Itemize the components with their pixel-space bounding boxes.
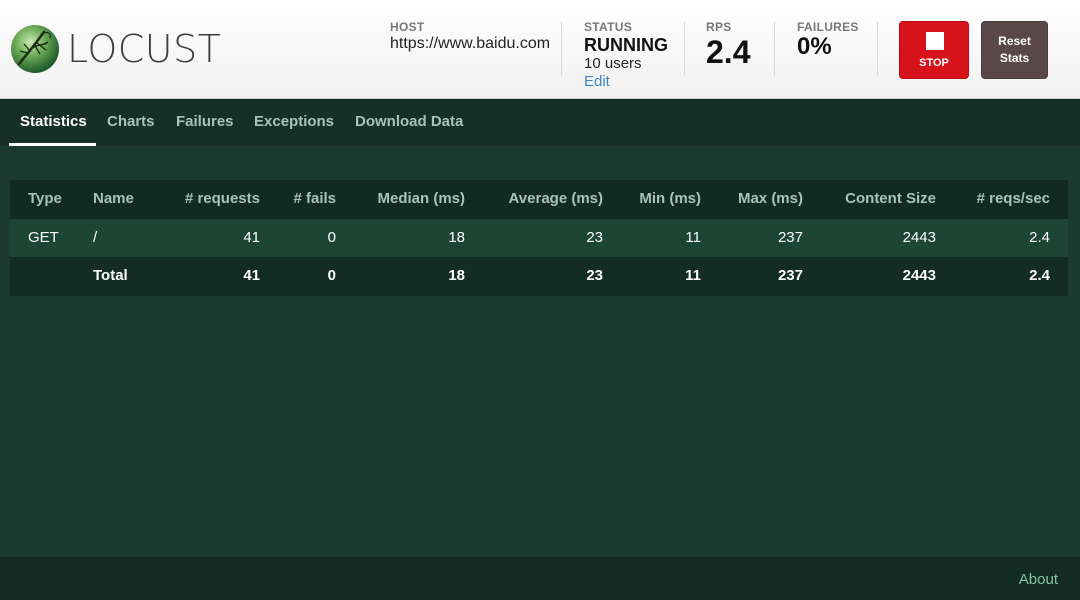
column-header-fails[interactable]: # fails <box>293 191 336 207</box>
cell-fails: 0 <box>327 229 336 246</box>
column-header-requests[interactable]: # requests <box>185 191 260 207</box>
total-content-size: 2443 <box>902 267 936 284</box>
divider <box>774 22 775 76</box>
total-min: 11 <box>685 267 701 284</box>
logo-text: LOCUST <box>67 27 222 71</box>
column-header-max[interactable]: Max (ms) <box>738 191 803 207</box>
cell-type: GET <box>28 229 59 246</box>
locust-logo-icon <box>11 25 59 73</box>
tab-statistics[interactable]: Statistics <box>20 113 87 130</box>
total-fails: 0 <box>327 267 336 284</box>
cell-reqs-per-sec: 2.4 <box>1029 229 1050 246</box>
cell-median: 18 <box>448 229 465 246</box>
cell-average: 23 <box>586 229 603 246</box>
table-total-row: Total 41 0 18 23 11 237 2443 2.4 <box>10 257 1068 295</box>
total-median: 18 <box>448 267 465 284</box>
tab-exceptions[interactable]: Exceptions <box>254 113 334 130</box>
statistics-table: Type Name # requests # fails Median (ms)… <box>10 180 1068 296</box>
total-reqs-per-sec: 2.4 <box>1029 267 1050 284</box>
total-max: 237 <box>777 267 803 284</box>
cell-name: / <box>93 229 98 246</box>
user-count: 10 users <box>584 55 642 72</box>
divider <box>684 22 685 76</box>
host-label: HOST <box>390 20 425 34</box>
edit-link[interactable]: Edit <box>584 73 668 91</box>
rps-info: RPS 2.4 <box>706 20 751 70</box>
footer: About <box>0 557 1080 600</box>
failures-value: 0% <box>797 33 832 60</box>
stop-square-icon <box>926 32 944 50</box>
table-row: GET / 41 0 18 23 11 237 2443 2.4 <box>10 219 1068 257</box>
cell-requests: 41 <box>243 229 260 246</box>
column-header-type[interactable]: Type <box>28 191 62 207</box>
tab-failures[interactable]: Failures <box>176 113 234 130</box>
header: LOCUST HOST https://www.baidu.com STATUS… <box>0 0 1080 99</box>
active-tab-indicator <box>9 143 96 146</box>
column-header-min[interactable]: Min (ms) <box>639 191 701 207</box>
column-header-median[interactable]: Median (ms) <box>377 191 465 207</box>
column-header-content-size[interactable]: Content Size <box>845 191 936 207</box>
column-header-name[interactable]: Name <box>93 191 134 207</box>
tab-download-data[interactable]: Download Data <box>355 113 463 130</box>
reset-stats-button[interactable]: Reset Stats <box>981 21 1048 79</box>
table-header-row: Type Name # requests # fails Median (ms)… <box>10 180 1068 218</box>
stop-label: STOP <box>919 57 949 69</box>
tab-bar: Statistics Charts Failures Exceptions Do… <box>0 99 1080 146</box>
total-label: Total <box>93 267 128 284</box>
rps-value: 2.4 <box>706 34 751 70</box>
stop-button[interactable]: STOP <box>899 21 969 79</box>
about-link[interactable]: About <box>1019 571 1058 588</box>
divider <box>877 22 878 76</box>
failures-info: FAILURES 0% <box>797 21 859 60</box>
cell-min: 11 <box>685 229 701 246</box>
divider <box>561 22 562 76</box>
cell-content-size: 2443 <box>902 229 936 246</box>
locust-logo[interactable]: LOCUST <box>10 24 221 74</box>
status-label: STATUS <box>584 20 633 34</box>
total-requests: 41 <box>243 267 260 284</box>
column-header-average[interactable]: Average (ms) <box>509 191 603 207</box>
status-value: RUNNING <box>584 35 668 55</box>
column-header-reqs-per-sec[interactable]: # reqs/sec <box>977 191 1050 207</box>
rps-label: RPS <box>706 20 732 34</box>
cell-max: 237 <box>777 229 803 246</box>
host-value: https://www.baidu.com <box>390 35 551 52</box>
tab-charts[interactable]: Charts <box>107 113 155 130</box>
host-info: HOST https://www.baidu.com <box>390 21 550 53</box>
total-average: 23 <box>586 267 603 284</box>
status-info: STATUS RUNNING 10 users Edit <box>584 21 668 91</box>
